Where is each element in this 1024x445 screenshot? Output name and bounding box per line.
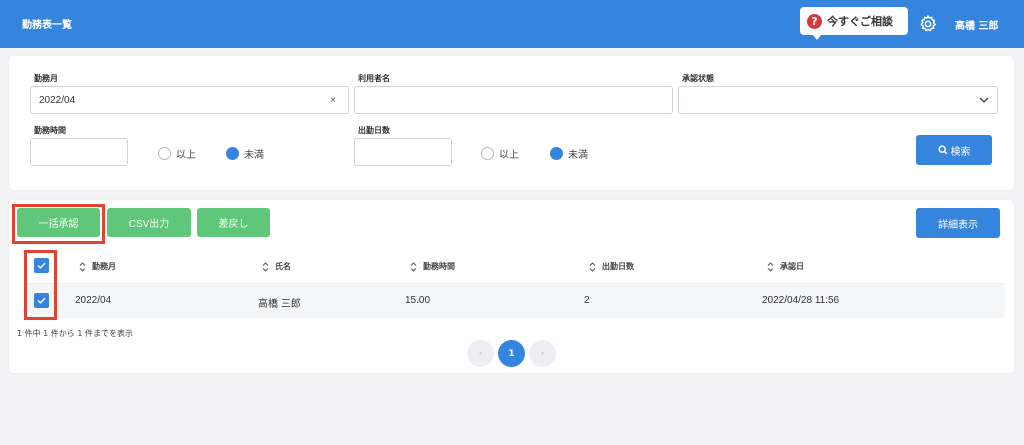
radio-circle [481, 147, 494, 160]
column-header-label: 勤務月 [92, 262, 116, 271]
clear-icon[interactable]: × [330, 95, 336, 106]
gear-icon[interactable] [918, 14, 938, 34]
show-detail-button[interactable]: 詳細表示 [916, 208, 1000, 238]
next-page-button[interactable]: › [529, 340, 556, 367]
column-header-label: 承認日 [780, 262, 804, 271]
table-row[interactable] [27, 284, 1005, 318]
cell-approved-at: 2022/04/28 11:56 [762, 295, 840, 306]
csv-export-button[interactable]: CSV出力 [107, 208, 191, 237]
work-days-label: 出勤日数 [358, 126, 390, 135]
work-month-label: 勤務月 [34, 74, 58, 83]
work-hours-below-radio[interactable]: 未満 [226, 146, 264, 161]
cell-name: 高橋 三郎 [258, 299, 301, 310]
cell-days: 2 [584, 295, 590, 306]
search-panel: 勤務月 2022/04 × 利用者名 承認状態 勤務時間 以上 未満 出勤日数 … [9, 56, 1014, 190]
approval-status-label: 承認状態 [682, 74, 714, 83]
results-panel: 一括承認 CSV出力 差戻し 詳細表示 勤務月 氏名 勤務時間 出勤日数 承認日… [9, 200, 1014, 373]
radio-label: 以上 [176, 150, 196, 161]
consult-button-label: 今すぐご相談 [827, 15, 893, 28]
column-header-label: 氏名 [275, 262, 291, 271]
consult-button[interactable]: ? 今すぐご相談 [800, 7, 908, 40]
radio-circle-selected [550, 147, 563, 160]
pagination-info: 1 件中 1 件から 1 件までを表示 [17, 329, 133, 338]
sort-icon [410, 261, 417, 272]
question-icon: ? [807, 13, 822, 29]
work-hours-label: 勤務時間 [34, 126, 66, 135]
approval-status-select[interactable] [678, 86, 998, 114]
radio-label: 未満 [244, 150, 264, 161]
user-name[interactable]: 高橋 三郎 [955, 17, 998, 32]
chevron-down-icon [979, 97, 989, 103]
search-icon [937, 145, 947, 155]
column-header-days[interactable]: 出勤日数 [589, 261, 634, 272]
work-hours-input[interactable] [30, 138, 128, 166]
work-month-input[interactable]: 2022/04 × [30, 86, 349, 114]
radio-label: 以上 [499, 150, 519, 161]
highlight-checkboxes [24, 250, 57, 320]
column-header-month[interactable]: 勤務月 [79, 261, 116, 272]
radio-circle-selected [226, 147, 239, 160]
work-days-above-radio[interactable]: 以上 [481, 146, 519, 161]
search-button-label: 検索 [950, 146, 971, 158]
sort-icon [767, 261, 774, 272]
cell-month: 2022/04 [75, 295, 112, 306]
app-header: 勤務表一覧 ? 今すぐご相談 高橋 三郎 [0, 0, 1024, 48]
radio-label: 未満 [568, 150, 588, 161]
column-header-name[interactable]: 氏名 [262, 261, 291, 272]
work-month-value: 2022/04 [39, 94, 76, 106]
column-header-label: 出勤日数 [602, 262, 634, 271]
user-name-label: 利用者名 [358, 74, 390, 83]
column-header-label: 勤務時間 [423, 262, 455, 271]
sort-icon [79, 261, 86, 272]
user-name-input[interactable] [354, 86, 673, 114]
column-header-approved-at[interactable]: 承認日 [767, 261, 804, 272]
work-days-input[interactable] [354, 138, 452, 166]
sort-icon [589, 261, 596, 272]
send-back-button[interactable]: 差戻し [197, 208, 270, 237]
page-title: 勤務表一覧 [22, 20, 72, 31]
radio-circle [158, 147, 171, 160]
column-header-hours[interactable]: 勤務時間 [410, 261, 455, 272]
cell-hours: 15.00 [405, 295, 431, 306]
search-button[interactable]: 検索 [916, 135, 992, 165]
work-hours-above-radio[interactable]: 以上 [158, 146, 196, 161]
highlight-bulk-approve [12, 204, 105, 244]
prev-page-button[interactable]: ‹ [467, 340, 494, 367]
page-1-button[interactable]: 1 [498, 340, 525, 367]
sort-icon [262, 261, 269, 272]
work-days-below-radio[interactable]: 未満 [550, 146, 588, 161]
